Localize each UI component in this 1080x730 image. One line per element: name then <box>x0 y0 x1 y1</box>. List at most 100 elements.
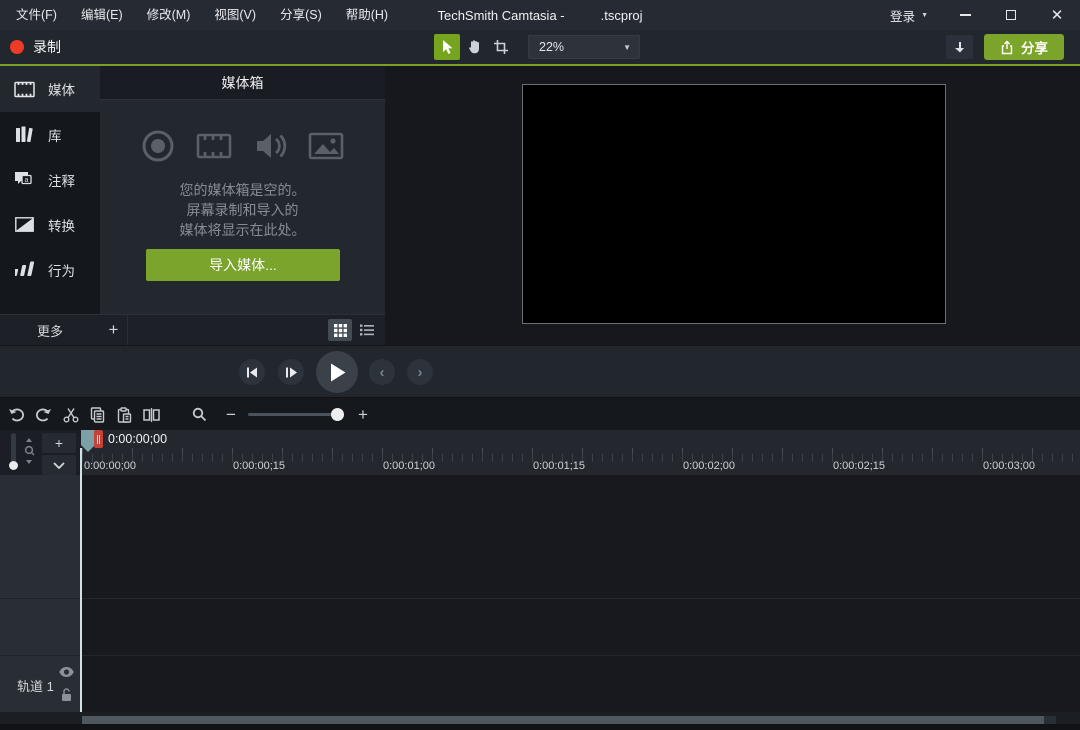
minimize-icon <box>960 14 971 16</box>
maximize-button[interactable] <box>988 0 1034 30</box>
add-media-button[interactable]: + <box>100 315 128 345</box>
camtasia-window: 文件(F) 编辑(E) 修改(M) 视图(V) 分享(S) 帮助(H) Tech… <box>0 0 1080 730</box>
collapse-tracks-button[interactable] <box>42 455 76 475</box>
maximize-icon <box>1006 10 1016 20</box>
scrollbar-thumb[interactable] <box>82 716 1044 724</box>
ruler-label-4: 0:00:02;00 <box>683 460 735 472</box>
share-button[interactable]: 分享 <box>984 34 1064 60</box>
minimize-button[interactable] <box>942 0 988 30</box>
export-local-button[interactable] <box>946 35 973 59</box>
sign-in-button[interactable]: 登录 ▼ <box>890 0 928 30</box>
record-button[interactable]: 录制 <box>10 30 61 64</box>
menubar: 文件(F) 编辑(E) 修改(M) 视图(V) 分享(S) 帮助(H) <box>4 0 400 30</box>
track-height-knob[interactable] <box>9 461 18 470</box>
ruler-label-2: 0:00:01;00 <box>383 460 435 472</box>
chevron-down-icon <box>53 462 65 469</box>
timeline-zoom-knob[interactable] <box>331 408 344 421</box>
menu-modify[interactable]: 修改(M) <box>135 0 203 30</box>
canvas-tools <box>434 34 514 60</box>
pan-tool-button[interactable] <box>461 34 487 60</box>
import-media-label: 导入媒体... <box>209 255 277 275</box>
copy-button[interactable] <box>84 398 111 431</box>
media-bin-empty-text: 您的媒体箱是空的。 屏幕录制和导入的 媒体将显示在此处。 <box>100 180 385 240</box>
svg-text:a: a <box>25 177 29 184</box>
sidebar-item-annotations[interactable]: a 注释 <box>0 157 100 202</box>
hand-icon <box>466 39 482 55</box>
ruler-label-0: 0:00:00;00 <box>84 460 136 472</box>
close-button[interactable]: ✕ <box>1034 0 1080 30</box>
ruler-label-5: 0:00:02;15 <box>833 460 885 472</box>
previous-clip-button[interactable]: ‹ <box>369 359 395 385</box>
main-toolbar: 录制 22% ▼ 分享 <box>0 30 1080 64</box>
undo-icon <box>8 407 25 422</box>
media-bin-footer: + <box>100 314 385 345</box>
canvas-zoom-dropdown[interactable]: 22% ▼ <box>528 35 640 59</box>
canvas-area[interactable] <box>385 66 1080 345</box>
track-controls-gutter: + <box>0 430 82 475</box>
playhead-handle[interactable] <box>94 430 103 448</box>
share-icon <box>1000 40 1014 55</box>
split-button[interactable] <box>138 398 165 431</box>
image-icon <box>306 127 346 165</box>
timeline-tracks: 轨道 1 <box>0 475 1080 712</box>
zoom-out-button[interactable]: − <box>222 398 240 431</box>
media-bin-title: 媒体箱 <box>222 73 264 93</box>
step-forward-icon <box>285 367 297 378</box>
sidebar-item-transitions[interactable]: 转换 <box>0 202 100 247</box>
list-view-button[interactable] <box>355 319 379 341</box>
next-clip-button[interactable]: › <box>407 359 433 385</box>
gutter-separator <box>0 598 82 599</box>
scissors-icon <box>63 407 79 423</box>
lock-open-icon <box>61 688 72 702</box>
sidebar-item-library[interactable]: 库 <box>0 112 100 157</box>
select-tool-button[interactable] <box>434 34 460 60</box>
crop-tool-button[interactable] <box>488 34 514 60</box>
track-1-header[interactable]: 轨道 1 <box>0 655 82 712</box>
step-backward-button[interactable] <box>239 359 265 385</box>
ruler-scale[interactable]: 0:00:00;00 0:00:00;15 0:00:01;00 0:00:01… <box>82 430 1080 475</box>
plus-icon: + <box>109 320 119 340</box>
timeline-ruler[interactable]: + 0:00:00;00 0:00:00;15 0:00:01;00 0:00:… <box>0 430 1080 475</box>
sidebar-more-button[interactable]: 更多 <box>0 314 100 345</box>
redo-button[interactable] <box>30 398 57 431</box>
chevron-down-icon: ▼ <box>921 12 928 19</box>
add-track-button[interactable]: + <box>42 433 76 453</box>
timeline-zoom-button[interactable] <box>186 398 212 431</box>
tracks-content[interactable] <box>82 475 1080 712</box>
record-label: 录制 <box>33 37 61 57</box>
video-preview[interactable] <box>522 84 946 324</box>
grid-view-button[interactable] <box>328 319 352 341</box>
cut-button[interactable] <box>57 398 84 431</box>
paste-button[interactable] <box>111 398 138 431</box>
split-icon <box>143 408 160 422</box>
minus-icon: − <box>226 405 236 425</box>
ruler-label-1: 0:00:00;15 <box>233 460 285 472</box>
timeline-zoom-slider[interactable] <box>248 413 338 416</box>
sidebar: 媒体 库 a 注释 转换 行为 更多 <box>0 66 100 345</box>
sidebar-item-media[interactable]: 媒体 <box>0 66 100 112</box>
copy-icon <box>90 407 105 423</box>
playhead-line[interactable] <box>80 448 82 712</box>
undo-button[interactable] <box>3 398 30 431</box>
sidebar-item-behaviors[interactable]: 行为 <box>0 247 100 292</box>
step-backward-icon <box>246 367 258 378</box>
step-forward-button[interactable] <box>278 359 304 385</box>
menu-edit[interactable]: 编辑(E) <box>69 0 135 30</box>
track-visibility-toggle[interactable] <box>59 667 74 677</box>
track-height-slider[interactable] <box>11 433 16 464</box>
menu-file[interactable]: 文件(F) <box>4 0 69 30</box>
zoom-in-button[interactable]: + <box>354 398 372 431</box>
empty-line-1: 您的媒体箱是空的。 <box>100 180 385 200</box>
sidebar-label-behaviors: 行为 <box>48 260 75 280</box>
media-bin-empty-icons <box>100 127 385 165</box>
track-lock-toggle[interactable] <box>61 688 72 702</box>
play-button[interactable] <box>316 351 358 393</box>
menu-view[interactable]: 视图(V) <box>202 0 268 30</box>
menu-share[interactable]: 分享(S) <box>268 0 334 30</box>
window-title-file: .tscproj <box>601 8 643 23</box>
annotation-icon: a <box>13 170 35 190</box>
import-media-button[interactable]: 导入媒体... <box>146 249 340 281</box>
canvas-zoom-value: 22% <box>539 40 623 54</box>
menu-help[interactable]: 帮助(H) <box>334 0 400 30</box>
sidebar-label-transitions: 转换 <box>48 215 75 235</box>
